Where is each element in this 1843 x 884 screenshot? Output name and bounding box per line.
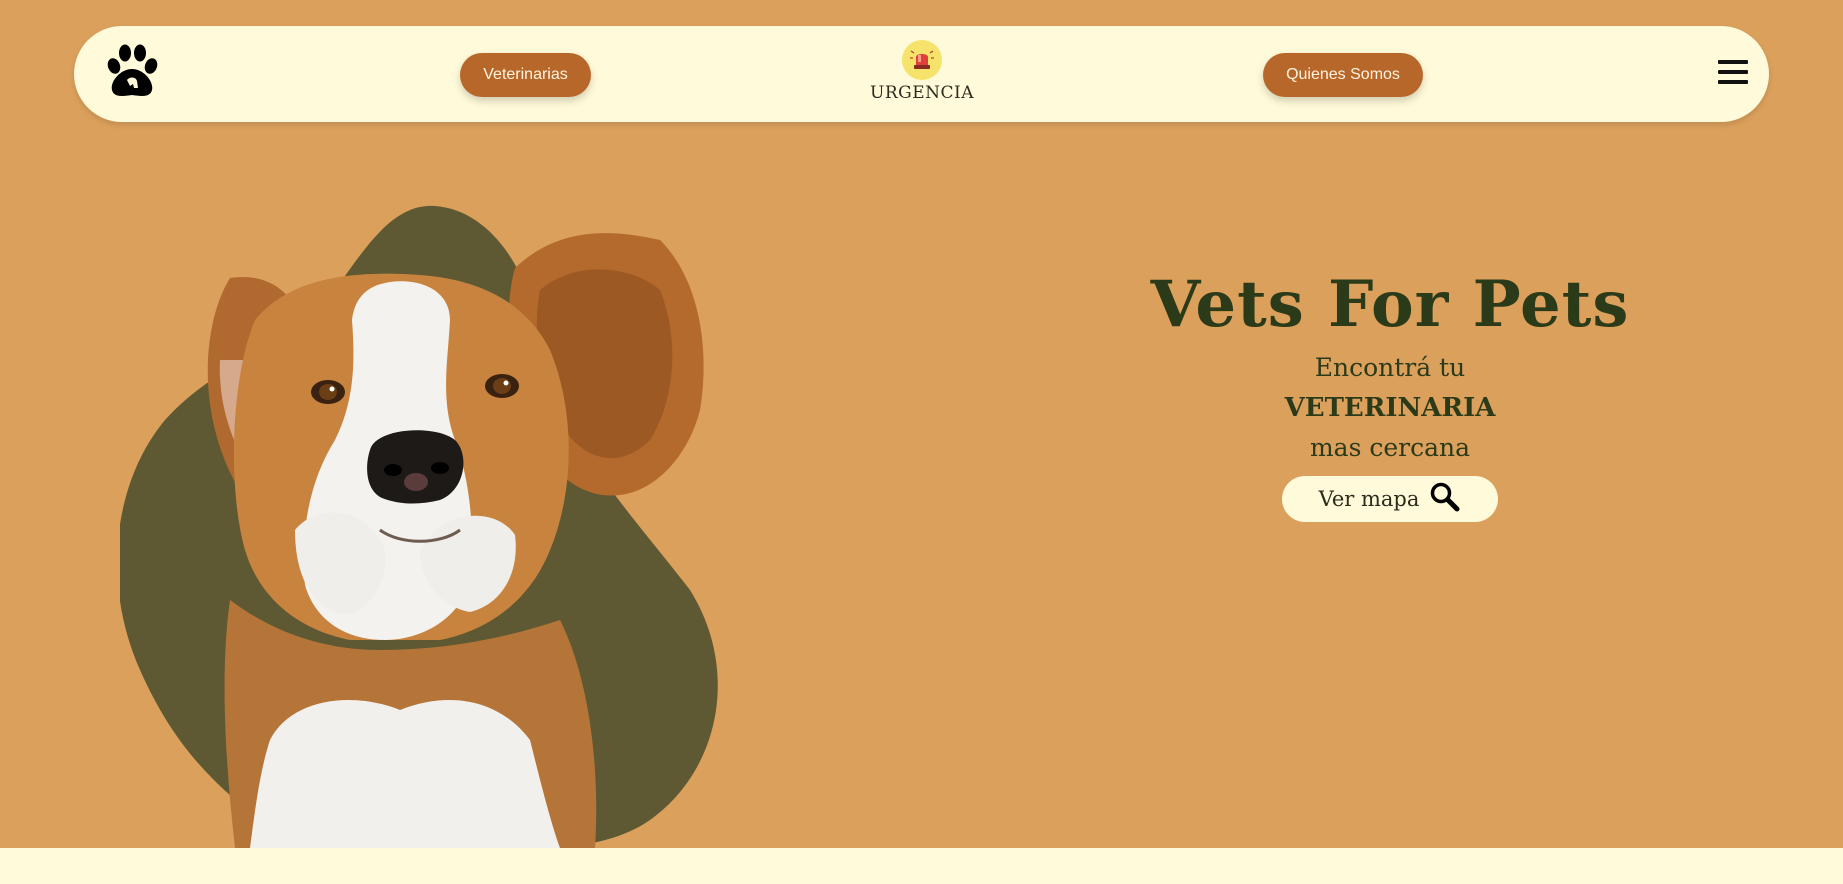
siren-icon [902, 40, 942, 80]
hamburger-menu-icon[interactable] [1718, 60, 1748, 88]
urgencia-link[interactable]: URGENCIA [867, 40, 977, 103]
hero-subtitle-line1: Encontrá tu [1314, 353, 1466, 382]
menu-bar [1718, 60, 1748, 64]
menu-bar [1718, 70, 1748, 74]
ver-mapa-button[interactable]: Ver mapa [1282, 476, 1498, 522]
hero-subtitle-line2: VETERINARIA [1284, 393, 1496, 423]
paw-print-icon[interactable] [102, 42, 162, 102]
urgencia-label: URGENCIA [870, 83, 974, 103]
hero-subtitle-line3: mas cercana [1309, 433, 1471, 462]
quienes-somos-button[interactable]: Quienes Somos [1263, 53, 1423, 97]
hero-section: Vets For Pets Encontrá tu VETERINARIA ma… [1140, 262, 1640, 522]
ver-mapa-label: Ver mapa [1318, 487, 1420, 511]
hero-title: Vets For Pets [1150, 267, 1630, 342]
search-icon [1429, 481, 1461, 518]
veterinarias-button[interactable]: Veterinarias [460, 53, 591, 97]
menu-bar [1718, 80, 1748, 84]
navbar: Veterinarias URGENCIA Quienes Somos [74, 26, 1769, 122]
footer-strip [0, 848, 1843, 884]
beagle-photo [117, 200, 730, 850]
